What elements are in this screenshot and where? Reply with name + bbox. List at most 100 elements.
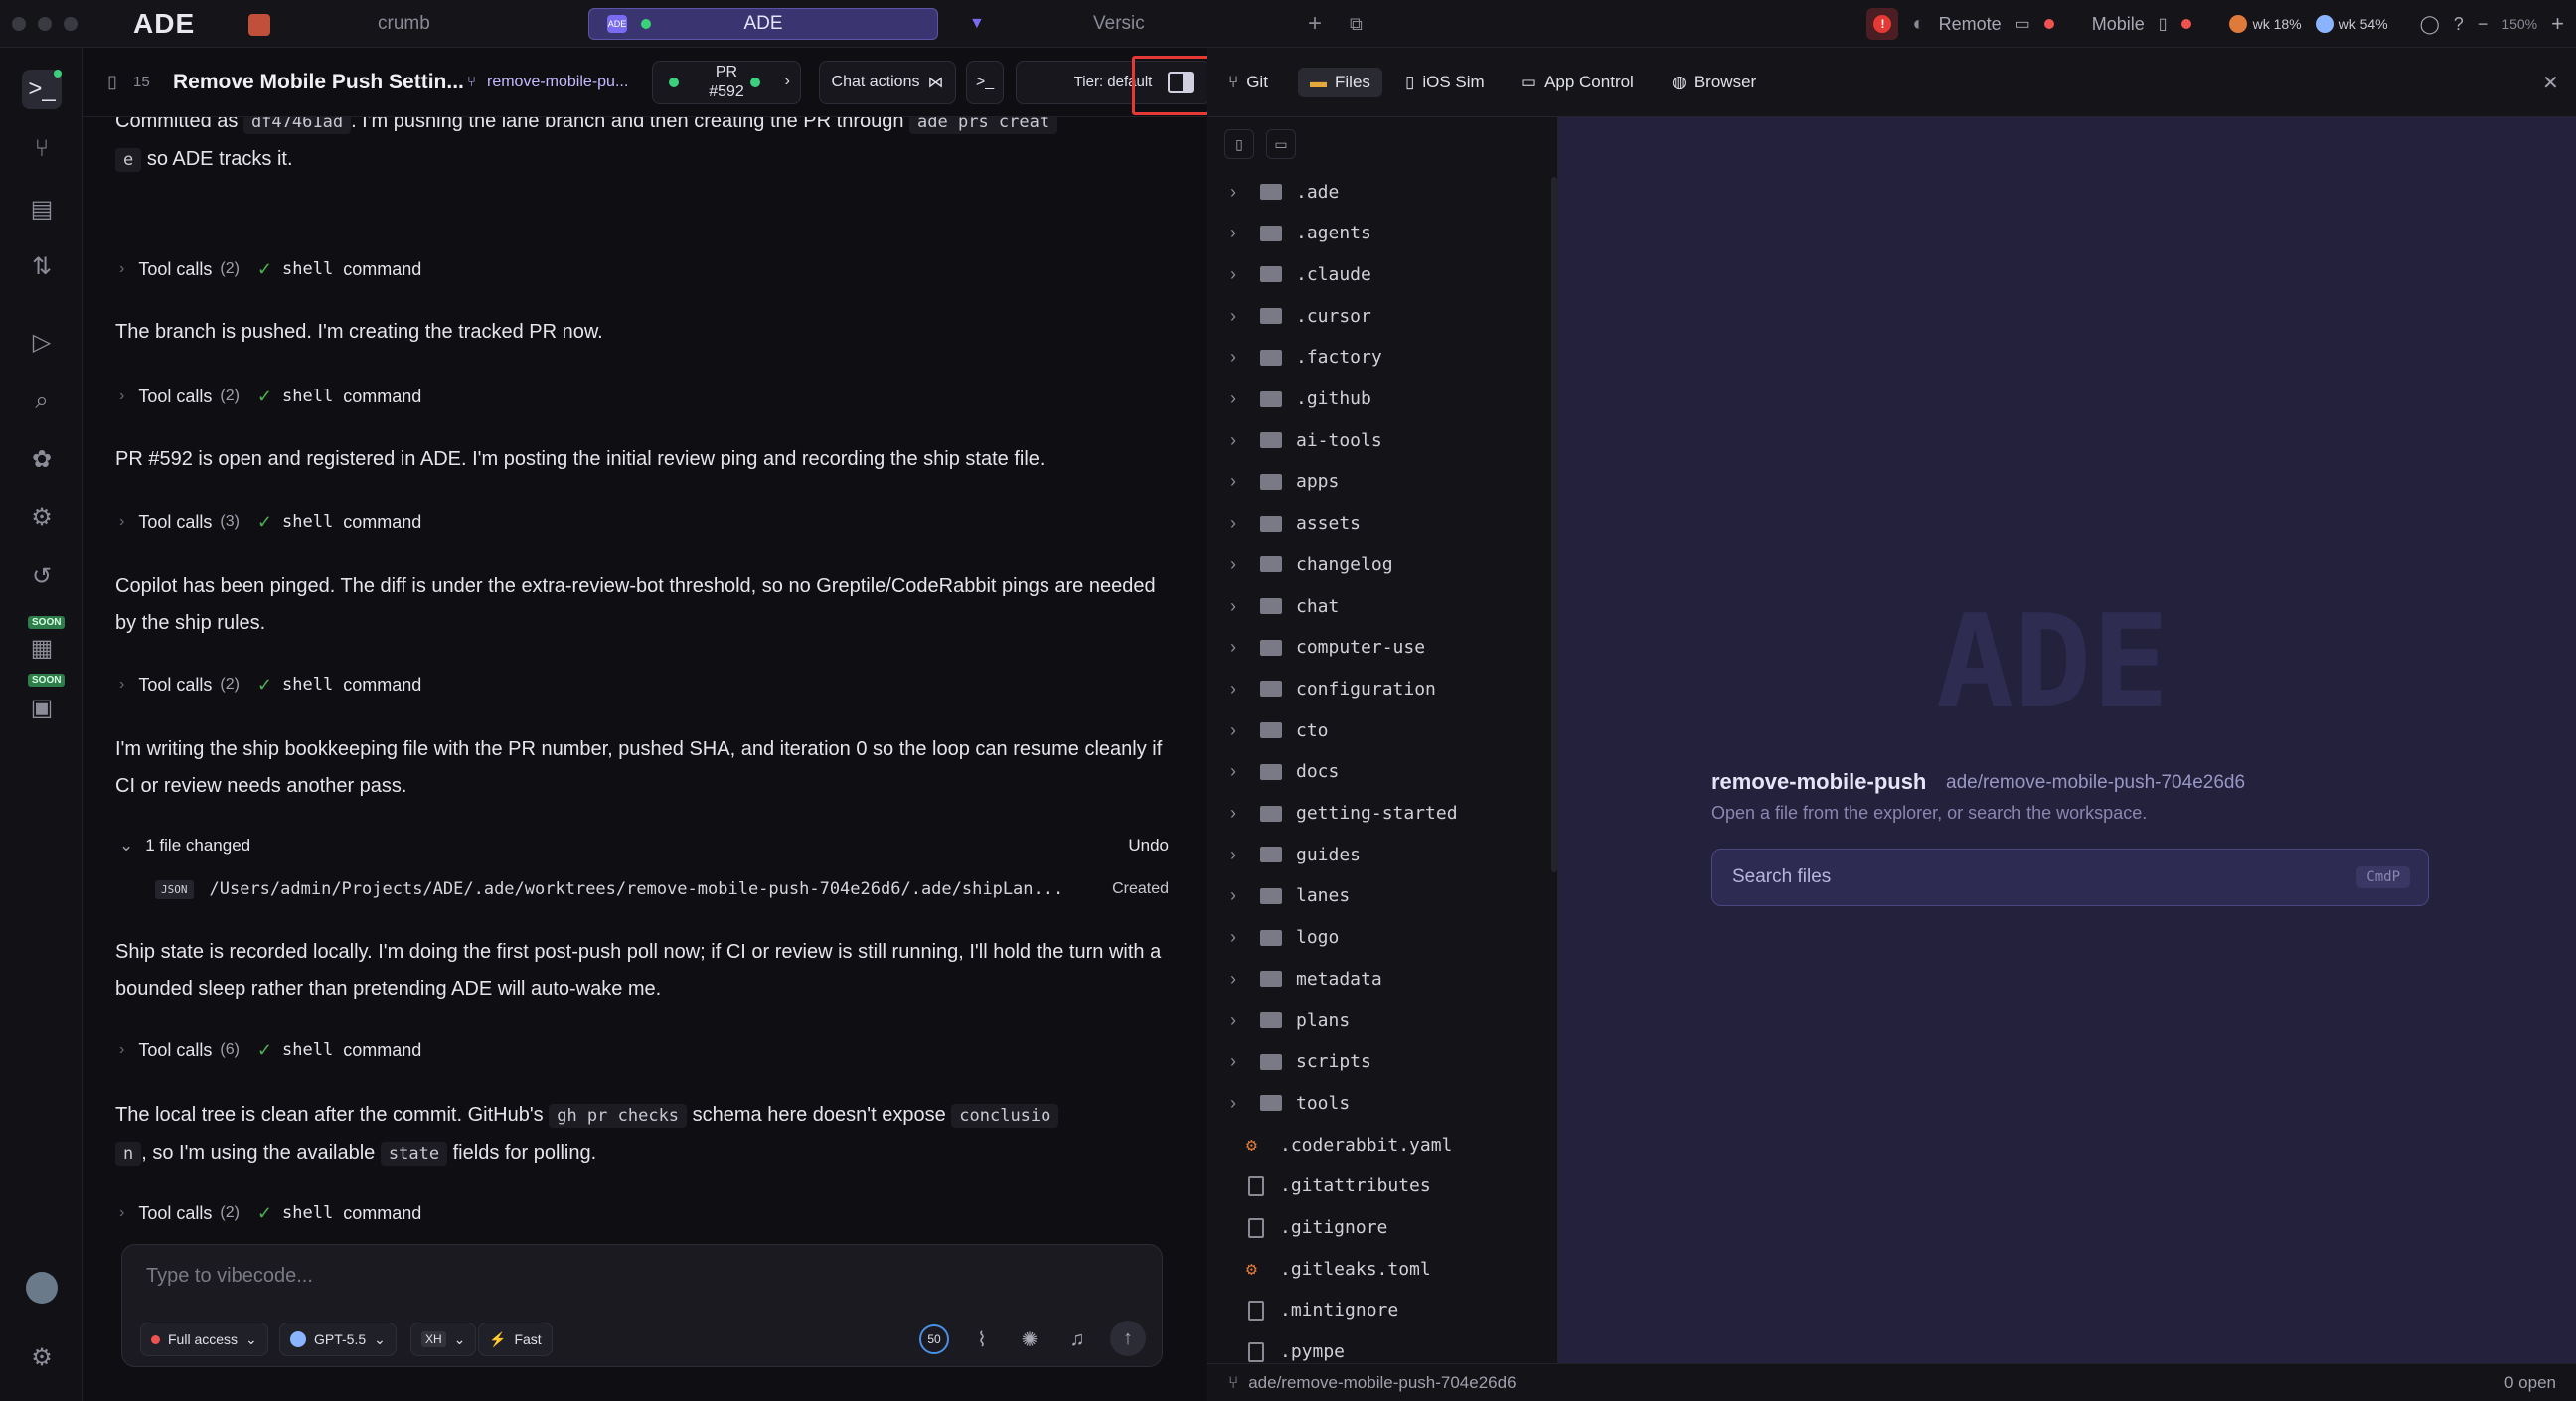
alert-button[interactable]: ! [1866, 8, 1899, 40]
model-dropdown[interactable]: GPT-5.5 ⌄ [279, 1323, 397, 1356]
project-icon[interactable] [248, 14, 270, 36]
history-nav-icon[interactable]: ↺ [22, 556, 62, 596]
effort-dropdown[interactable]: XH ⌄ [410, 1323, 477, 1356]
tree-file[interactable]: .gitignore [1207, 1213, 1544, 1243]
folder-icon: ▬ [1310, 73, 1327, 91]
tree-file[interactable]: ⚙ .coderabbit.yaml [1207, 1130, 1544, 1160]
tab-files[interactable]: ▬ Files [1298, 68, 1382, 97]
chat-bubble-icon[interactable]: ◯ [2420, 14, 2440, 35]
help-icon[interactable]: ? [2454, 14, 2464, 35]
tool-calls-row[interactable]: › Tool calls (2) ✓ shell command [115, 1198, 421, 1228]
composer-input[interactable]: Type to vibecode... [146, 1265, 313, 1288]
send-button[interactable]: ↑ [1110, 1321, 1146, 1356]
tab-ade[interactable]: ADE ADE [588, 8, 938, 40]
changed-file-row[interactable]: JSON /Users/admin/Projects/ADE/.ade/work… [155, 874, 1169, 904]
tree-folder[interactable]: › lanes [1207, 881, 1544, 911]
explorer-scrollbar[interactable] [1551, 177, 1557, 872]
tool-calls-row[interactable]: › Tool calls (2) ✓ shell command [115, 670, 421, 700]
access-dropdown[interactable]: Full access ⌄ [140, 1323, 268, 1356]
tool-calls-row[interactable]: › Tool calls (3) ✓ shell command [115, 507, 421, 537]
tree-folder[interactable]: › .cursor [1207, 301, 1544, 331]
tree-folder[interactable]: › tools [1207, 1088, 1544, 1118]
graph-nav-icon[interactable]: ⚙ [22, 497, 62, 537]
tree-folder[interactable]: › guides [1207, 840, 1544, 869]
zoom-in-button[interactable]: + [2551, 11, 2564, 37]
new-tab-icon[interactable]: + [1308, 8, 1322, 40]
bug-icon[interactable]: ✺ [1015, 1324, 1045, 1354]
tab-browser[interactable]: ◍ Browser [1672, 68, 1756, 97]
tree-folder[interactable]: › chat [1207, 591, 1544, 621]
chat-title[interactable]: Remove Mobile Push Settin... [173, 71, 464, 94]
tree-folder[interactable]: › .ade [1207, 177, 1544, 207]
popout-icon[interactable]: ⧉ [1350, 8, 1363, 40]
brain-nav-icon[interactable]: ✿ [22, 439, 62, 479]
ade-watermark: ADE [1936, 586, 2170, 737]
search-nav-icon[interactable]: ⌕ [22, 382, 62, 421]
tab-crumb[interactable]: crumb [378, 8, 430, 40]
tool-calls-row[interactable]: › Tool calls (6) ✓ shell command [115, 1035, 421, 1065]
tree-folder[interactable]: › .github [1207, 385, 1544, 414]
chat-actions-button[interactable]: Chat actions ⋈ [819, 60, 956, 104]
new-file-icon[interactable]: ▯ [1224, 129, 1254, 159]
tree-folder[interactable]: › logo [1207, 923, 1544, 953]
mobile-label[interactable]: Mobile [2092, 14, 2145, 35]
tree-folder[interactable]: › assets [1207, 509, 1544, 539]
tree-folder[interactable]: › apps [1207, 467, 1544, 497]
remote-label[interactable]: Remote [1939, 14, 2002, 35]
avatar[interactable] [26, 1272, 58, 1304]
tab-git[interactable]: ⑂ Git [1228, 68, 1268, 97]
close-panel-icon[interactable]: ✕ [2542, 68, 2559, 97]
tool-calls-row[interactable]: › Tool calls (2) ✓ shell command [115, 382, 421, 411]
sync-icon[interactable]: ◐ [1912, 13, 1924, 36]
tree-file[interactable]: .gitattributes [1207, 1171, 1544, 1201]
lane-link[interactable]: remove-mobile-pu... [487, 74, 628, 91]
calendar-nav-icon[interactable]: ▦ [22, 628, 62, 668]
tree-folder[interactable]: › getting-started [1207, 799, 1544, 829]
tab-ios-sim[interactable]: ▯ iOS Sim [1405, 68, 1485, 97]
microphone-icon[interactable]: ♫ [1062, 1324, 1092, 1354]
minimize-window-button[interactable] [38, 16, 52, 31]
tree-folder[interactable]: › .claude [1207, 259, 1544, 289]
usage-openai[interactable]: wk 54% [2315, 15, 2388, 33]
zoom-out-button[interactable]: − [2478, 14, 2489, 35]
status-branch[interactable]: ade/remove-mobile-push-704e26d6 [1248, 1373, 1516, 1393]
files-nav-icon[interactable]: ▤ [22, 189, 62, 229]
tree-folder[interactable]: › docs [1207, 757, 1544, 787]
undo-button[interactable]: Undo [1128, 831, 1169, 860]
file-changed-toggle[interactable]: ⌄ 1 file changed [119, 831, 250, 860]
close-window-button[interactable] [12, 16, 26, 31]
settings-icon[interactable]: ⚙ [22, 1337, 62, 1377]
tree-folder[interactable]: › scripts [1207, 1047, 1544, 1077]
tab-app-control[interactable]: ▭ App Control [1521, 68, 1634, 97]
tree-folder[interactable]: › changelog [1207, 549, 1544, 579]
tool-calls-row[interactable]: › Tool calls (2) ✓ shell command [115, 254, 421, 284]
context-meter[interactable]: 50 [919, 1324, 949, 1354]
tree-file[interactable]: .pympe [1207, 1337, 1544, 1363]
file-search[interactable]: CmdP [1711, 849, 2429, 906]
tree-file[interactable]: ⚙ .gitleaks.toml [1207, 1254, 1544, 1284]
pull-request-nav-icon[interactable]: ⇅ [22, 246, 62, 286]
branch-nav-icon[interactable]: ⑂ [22, 129, 62, 169]
devices-nav-icon[interactable]: ▣ [22, 688, 62, 727]
tree-folder[interactable]: › metadata [1207, 964, 1544, 994]
tree-folder[interactable]: › plans [1207, 1006, 1544, 1035]
tree-folder[interactable]: › .agents [1207, 219, 1544, 248]
tree-folder[interactable]: › computer-use [1207, 633, 1544, 663]
sidebar-toggle-icon[interactable]: ▯ [107, 72, 117, 92]
zoom-window-button[interactable] [64, 16, 78, 31]
tree-folder[interactable]: › cto [1207, 715, 1544, 745]
tree-folder[interactable]: › configuration [1207, 674, 1544, 703]
fast-toggle[interactable]: ⚡ Fast [478, 1323, 553, 1356]
tree-folder[interactable]: › ai-tools [1207, 425, 1544, 455]
new-folder-icon[interactable]: ▭ [1266, 129, 1296, 159]
versic-icon[interactable]: ▼ [969, 8, 985, 40]
tree-folder[interactable]: › .factory [1207, 343, 1544, 373]
attach-icon[interactable]: ⌇ [967, 1324, 997, 1354]
usage-claude[interactable]: wk 18% [2228, 15, 2302, 33]
tree-file[interactable]: .mintignore [1207, 1296, 1544, 1325]
pr-button[interactable]: PR #592 › [652, 60, 801, 104]
run-nav-icon[interactable]: ▷ [22, 322, 62, 362]
terminal-button[interactable]: >_ [966, 60, 1004, 104]
tab-versic[interactable]: Versic [1093, 8, 1145, 40]
search-files-input[interactable] [1732, 866, 2329, 888]
